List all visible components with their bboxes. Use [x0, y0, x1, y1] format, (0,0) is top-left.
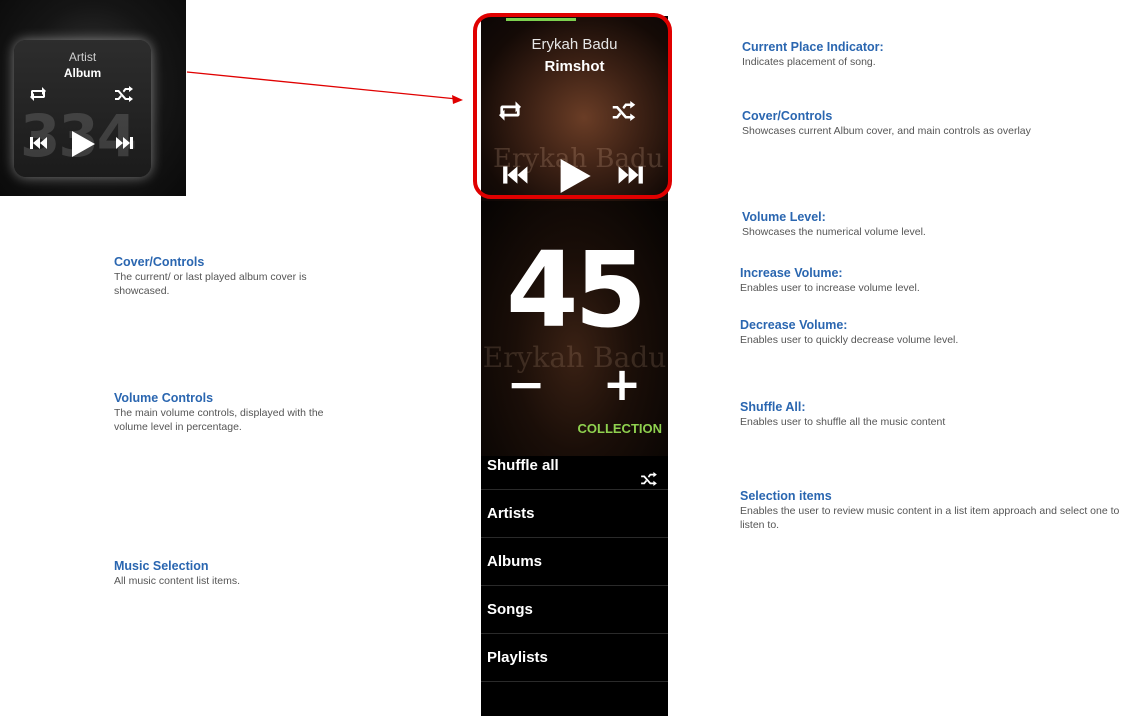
list-item-artists[interactable]: Artists: [481, 490, 668, 538]
annotation-title: Decrease Volume:: [740, 318, 848, 332]
previous-icon[interactable]: [30, 136, 48, 155]
play-icon[interactable]: [70, 130, 96, 163]
annotation-desc: Enables user to quickly decrease volume …: [740, 334, 959, 346]
annotation-title: Current Place Indicator:: [742, 40, 884, 54]
list-item-albums[interactable]: Albums: [481, 538, 668, 586]
annotation-title: Selection items: [740, 489, 832, 503]
thumbnail-card: 334 Artist Album: [14, 40, 151, 177]
collection-label: COLLECTION: [577, 421, 663, 436]
annotation-cover-controls-right: Cover/Controls Showcases current Album c…: [742, 109, 1082, 138]
next-icon[interactable]: [115, 136, 133, 155]
annotation-title: Music Selection: [114, 559, 209, 573]
annotation-desc: The main volume controls, displayed with…: [114, 407, 324, 433]
annotation-desc: Showcases current Album cover, and main …: [742, 125, 1031, 137]
annotation-volume-level: Volume Level: Showcases the numerical vo…: [742, 210, 1102, 239]
list-item-label: Shuffle all: [487, 457, 559, 474]
music-selection-list: Shuffle all Artists Albums Songs Playlis…: [481, 442, 668, 682]
annotation-title: Increase Volume:: [740, 266, 843, 280]
volume-level: 45: [506, 229, 647, 351]
list-item-label: Artists: [487, 505, 535, 522]
annotation-shuffle-all: Shuffle All: Enables user to shuffle all…: [740, 400, 1120, 429]
annotation-desc: Enables user to increase volume level.: [740, 282, 920, 294]
annotation-desc: The current/ or last played album cover …: [114, 271, 307, 297]
annotation-desc: Showcases the numerical volume level.: [742, 226, 926, 238]
annotation-decrease-volume: Decrease Volume: Enables user to quickly…: [740, 318, 1120, 347]
annotation-selection-items: Selection items Enables the user to revi…: [740, 489, 1125, 532]
annotation-increase-volume: Increase Volume: Enables user to increas…: [740, 266, 1100, 295]
increase-volume-button[interactable]: +: [597, 359, 647, 409]
decrease-volume-button[interactable]: −: [501, 359, 551, 409]
annotation-current-place-indicator: Current Place Indicator: Indicates place…: [742, 40, 1102, 69]
cover-controls-highlight: [473, 13, 672, 199]
thumbnail-artist: Artist: [68, 50, 97, 64]
thumbnail-album: Album: [63, 66, 102, 80]
list-item-label: Playlists: [487, 649, 548, 666]
annotation-title: Cover/Controls: [742, 109, 833, 123]
shuffle-icon[interactable]: [114, 86, 134, 107]
annotation-music-selection: Music Selection All music content list i…: [114, 559, 344, 588]
list-item-label: Songs: [487, 601, 533, 618]
annotation-title: Shuffle All:: [740, 400, 806, 414]
volume-controls: Erykah Badu 45 − +: [481, 201, 668, 456]
annotation-desc: Indicates placement of song.: [742, 56, 876, 68]
list-item-playlists[interactable]: Playlists: [481, 634, 668, 682]
annotation-title: Volume Controls: [114, 391, 214, 405]
annotation-desc: All music content list items.: [114, 575, 241, 587]
list-item-songs[interactable]: Songs: [481, 586, 668, 634]
shuffle-all-item[interactable]: Shuffle all: [481, 442, 668, 490]
repeat-icon[interactable]: [28, 86, 48, 107]
annotation-cover-controls-left: Cover/Controls The current/ or last play…: [114, 255, 334, 298]
annotation-desc: Enables user to shuffle all the music co…: [740, 416, 946, 428]
annotation-volume-controls: Volume Controls The main volume controls…: [114, 391, 344, 434]
annotation-title: Volume Level:: [742, 210, 826, 224]
list-item-label: Albums: [487, 553, 543, 570]
annotation-title: Cover/Controls: [114, 255, 205, 269]
annotation-desc: Enables the user to review music content…: [740, 505, 1120, 531]
widget-thumbnail: 334 Artist Album: [0, 0, 186, 196]
